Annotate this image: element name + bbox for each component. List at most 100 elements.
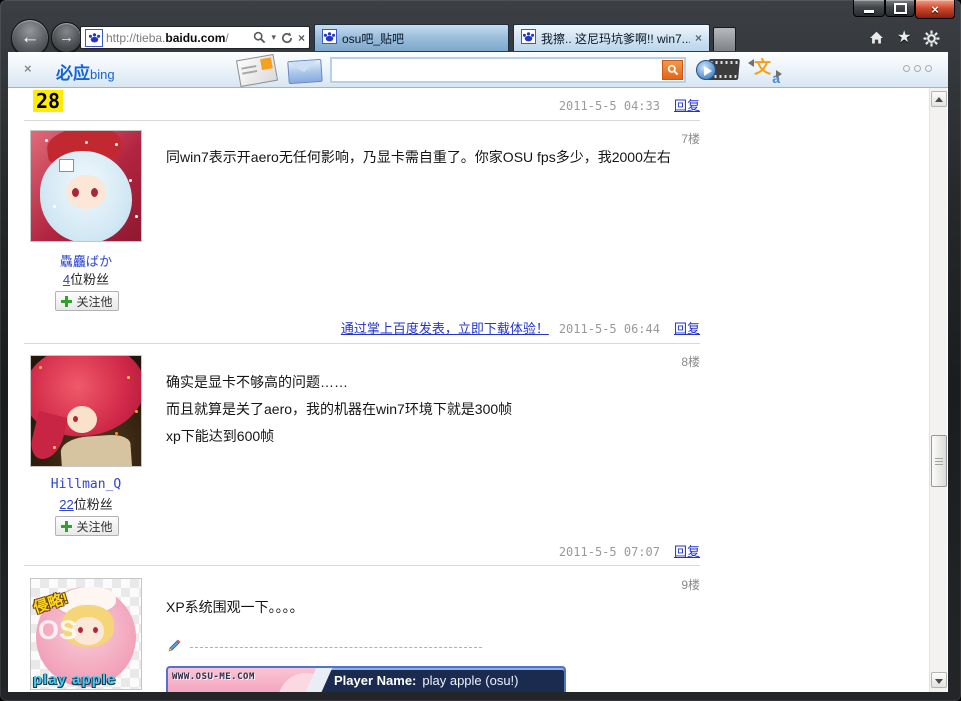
url-text: http://tieba.baidu.com/ — [106, 30, 229, 45]
signature-player-label: Player Name: — [334, 672, 417, 688]
news-icon[interactable] — [235, 53, 279, 88]
baidu-favicon — [85, 28, 103, 47]
window-caption-buttons: × — [853, 0, 955, 19]
tab-label: osu吧_贴吧 — [342, 31, 405, 46]
follow-button[interactable]: 关注他 — [55, 516, 119, 536]
vertical-scrollbar[interactable] — [929, 88, 947, 692]
fans-count: 22位粉丝 — [30, 494, 142, 513]
settings-gear-icon[interactable] — [923, 30, 940, 47]
avatar[interactable] — [30, 130, 142, 242]
post-divider — [24, 565, 700, 566]
reply-link[interactable]: 回复 — [674, 544, 700, 559]
address-bar[interactable]: http://tieba.baidu.com/ ▾ × — [80, 26, 310, 49]
tab-favicon — [322, 29, 337, 47]
plus-icon — [61, 295, 73, 307]
translate-arrow-icon — [776, 70, 782, 78]
stop-icon[interactable]: × — [298, 31, 305, 45]
tab-favicon — [521, 29, 536, 47]
avatar-art — [59, 433, 133, 466]
search-icon[interactable] — [253, 31, 266, 44]
scroll-up-button[interactable] — [931, 91, 947, 107]
minimize-button[interactable] — [853, 0, 885, 17]
tab-label: 我擦.. 这尼玛坑爹啊!! win7... — [541, 31, 690, 46]
toolbar-search-box — [330, 57, 686, 83]
plus-icon — [61, 520, 73, 532]
forward-button[interactable]: → — [51, 22, 82, 53]
post-time: 2011-5-5 07:07 — [558, 545, 660, 559]
scrollbar-thumb[interactable] — [931, 435, 947, 487]
follow-button[interactable]: 关注他 — [55, 291, 119, 311]
avatar-art — [73, 416, 78, 422]
toolbar-search-button[interactable] — [662, 60, 683, 80]
translate-cn-glyph: 文 — [754, 58, 771, 77]
bing-logo-cn: 必应 — [56, 64, 90, 83]
minimize-icon — [864, 9, 874, 13]
post-content: 确实是显卡不够高的问题…… — [166, 374, 348, 390]
close-button[interactable]: × — [915, 0, 955, 19]
avatar[interactable] — [30, 355, 142, 467]
signature-divider — [190, 647, 482, 648]
mail-icon[interactable] — [287, 58, 323, 85]
browser-window: × ← → http://tieba.baidu.com/ ▾ × osu吧_贴… — [0, 0, 961, 701]
translate-icon[interactable]: 文 a — [748, 56, 782, 86]
follow-label: 关注他 — [76, 519, 113, 534]
post-divider — [24, 343, 700, 344]
thread-page: 28 2011-5-5 04:33 回复 7楼 驫麤ばか 4位粉丝 关注他 同w… — [8, 88, 948, 692]
avatar-art — [59, 159, 74, 172]
overflow-menu-icon[interactable] — [903, 65, 932, 72]
post-divider — [24, 120, 700, 121]
avatar-text: play apple — [33, 671, 117, 688]
maximize-button[interactable] — [885, 0, 915, 17]
post-footer: 通过掌上百度发表，立即下载体验！ 2011-5-5 06:44 回复 — [24, 318, 700, 337]
bing-logo[interactable]: 必应bing — [56, 59, 115, 84]
post-content: XP系统围观一下。。。。 — [166, 599, 304, 615]
author-link[interactable]: 驫麤ばか — [30, 251, 142, 270]
avatar-art — [93, 627, 98, 633]
post-content: 而且就算是关了aero，我的机器在win7环境下就是300帧 — [166, 401, 513, 417]
chrome-icon-group: ★ — [868, 28, 940, 48]
reply-link[interactable]: 回复 — [674, 98, 700, 113]
follow-label: 关注他 — [76, 294, 113, 309]
magnifier-icon — [667, 64, 678, 76]
signature-player-name: play apple (osu!) — [422, 672, 519, 688]
fans-suffix: 位粉丝 — [73, 497, 113, 512]
tab-current-thread[interactable]: 我擦.. 这尼玛坑爹啊!! win7... × — [513, 24, 710, 51]
tab-osu-bar[interactable]: osu吧_贴吧 — [314, 24, 509, 51]
signature-site-text: WWW.OSU-ME.COM — [172, 672, 255, 682]
forward-arrow-icon: → — [59, 29, 74, 46]
address-dropdown-icon[interactable]: ▾ — [271, 32, 276, 43]
post-footer: 2011-5-5 07:07 回复 — [24, 541, 700, 560]
home-icon[interactable] — [868, 30, 885, 46]
back-arrow-icon: ← — [20, 27, 40, 48]
fans-suffix: 位粉丝 — [70, 272, 110, 287]
post-time: 2011-5-5 04:33 — [558, 99, 660, 113]
avatar-art — [72, 188, 79, 197]
new-tab-button[interactable] — [713, 27, 736, 51]
avatar-text: OS — [38, 615, 78, 645]
signature-banner: WWW.OSU-ME.COM Player Name: play apple (… — [166, 666, 566, 692]
signature-banner-right: Player Name: play apple (osu!) — [318, 668, 564, 692]
play-icon — [696, 60, 716, 80]
page-viewport: 28 2011-5-5 04:33 回复 7楼 驫麤ばか 4位粉丝 关注他 同w… — [8, 88, 948, 692]
signature-banner-left: WWW.OSU-ME.COM — [168, 668, 318, 692]
toolbar-close-icon[interactable]: × — [24, 61, 32, 76]
avatar-art — [91, 188, 98, 197]
avatar[interactable]: 侵略! OS play apple — [30, 578, 142, 690]
avatar-art — [78, 627, 83, 633]
fans-count-link[interactable]: 22 — [59, 497, 73, 512]
avatar-art — [45, 139, 48, 142]
pencil-icon — [168, 639, 181, 652]
author-link[interactable]: Hillman_Q — [30, 477, 142, 492]
tab-close-icon[interactable]: × — [695, 31, 702, 45]
reply-link[interactable]: 回复 — [674, 321, 700, 336]
toolbar-search-input[interactable] — [332, 62, 662, 78]
refresh-icon[interactable] — [281, 31, 293, 44]
post-content: xp下能达到600帧 — [166, 428, 275, 444]
post-footer: 2011-5-5 04:33 回复 — [24, 95, 700, 114]
mobile-post-link[interactable]: 通过掌上百度发表，立即下载体验！ — [341, 321, 549, 336]
post-content: 同win7表示开aero无任何影响，乃显卡需自重了。你家OSU fps多少，我2… — [166, 149, 671, 165]
bing-toolbar: × 必应bing 文 a — [8, 52, 948, 88]
scroll-down-button[interactable] — [931, 672, 947, 688]
favorites-star-icon[interactable]: ★ — [897, 30, 911, 46]
video-icon[interactable] — [696, 57, 742, 83]
